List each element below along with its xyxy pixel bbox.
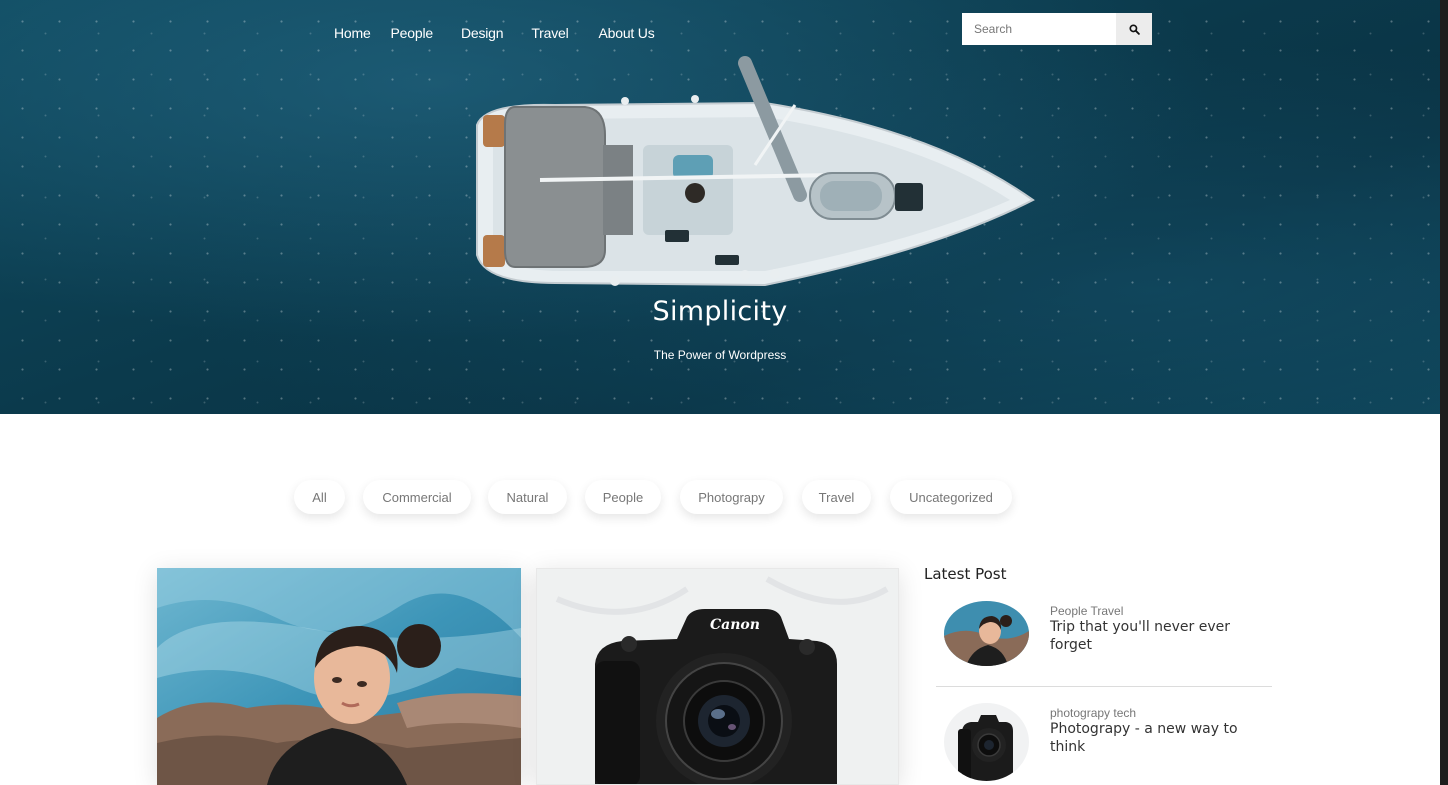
post-title-link[interactable]: Trip that you'll never ever forget	[1050, 618, 1270, 654]
nav-travel-link[interactable]: Travel	[531, 25, 568, 41]
site-title: Simplicity	[652, 296, 788, 327]
filter-natural[interactable]: Natural	[488, 480, 567, 514]
filter-people[interactable]: People	[585, 480, 661, 514]
camera-thumbnail-image	[944, 703, 1029, 781]
window-edge	[1440, 0, 1448, 785]
post-category: photograpy tech	[1050, 706, 1137, 720]
main-nav: Home People Design Travel About Us	[334, 25, 655, 41]
nav-people-link[interactable]: People	[391, 25, 434, 41]
post-card-camera[interactable]: Canon	[536, 568, 899, 785]
woman-on-rocks-image	[157, 568, 521, 785]
nav-home-link[interactable]: Home	[334, 25, 371, 41]
woman-thumbnail-image	[944, 601, 1029, 666]
post-thumbnail	[944, 703, 1029, 781]
filter-all[interactable]: All	[294, 480, 345, 514]
filter-uncategorized[interactable]: Uncategorized	[890, 480, 1012, 514]
filter-commercial[interactable]: Commercial	[363, 480, 471, 514]
latest-post-heading: Latest Post	[924, 565, 1007, 583]
post-divider	[936, 686, 1272, 687]
post-thumbnail	[944, 601, 1029, 666]
sailboat-image	[476, 56, 1035, 287]
site-tagline: The Power of Wordpress	[653, 348, 787, 362]
post-card-woman[interactable]	[157, 568, 521, 785]
post-category: People Travel	[1050, 604, 1124, 618]
search-input[interactable]	[962, 13, 1116, 45]
camera-image: Canon	[537, 569, 898, 784]
search-button[interactable]	[1116, 13, 1152, 45]
nav-design-link[interactable]: Design	[461, 25, 504, 41]
hero-banner: Home People Design Travel About Us Simpl…	[0, 0, 1440, 414]
post-title-link[interactable]: Photograpy - a new way to think	[1050, 720, 1270, 756]
page: Home People Design Travel About Us Simpl…	[0, 0, 1448, 785]
camera-brand-text: Canon	[710, 617, 760, 633]
nav-about-us-link[interactable]: About Us	[599, 25, 655, 41]
search-icon	[1128, 23, 1140, 35]
filter-travel[interactable]: Travel	[802, 480, 871, 514]
filter-photograpy[interactable]: Photograpy	[680, 480, 783, 514]
search-box	[962, 13, 1152, 45]
